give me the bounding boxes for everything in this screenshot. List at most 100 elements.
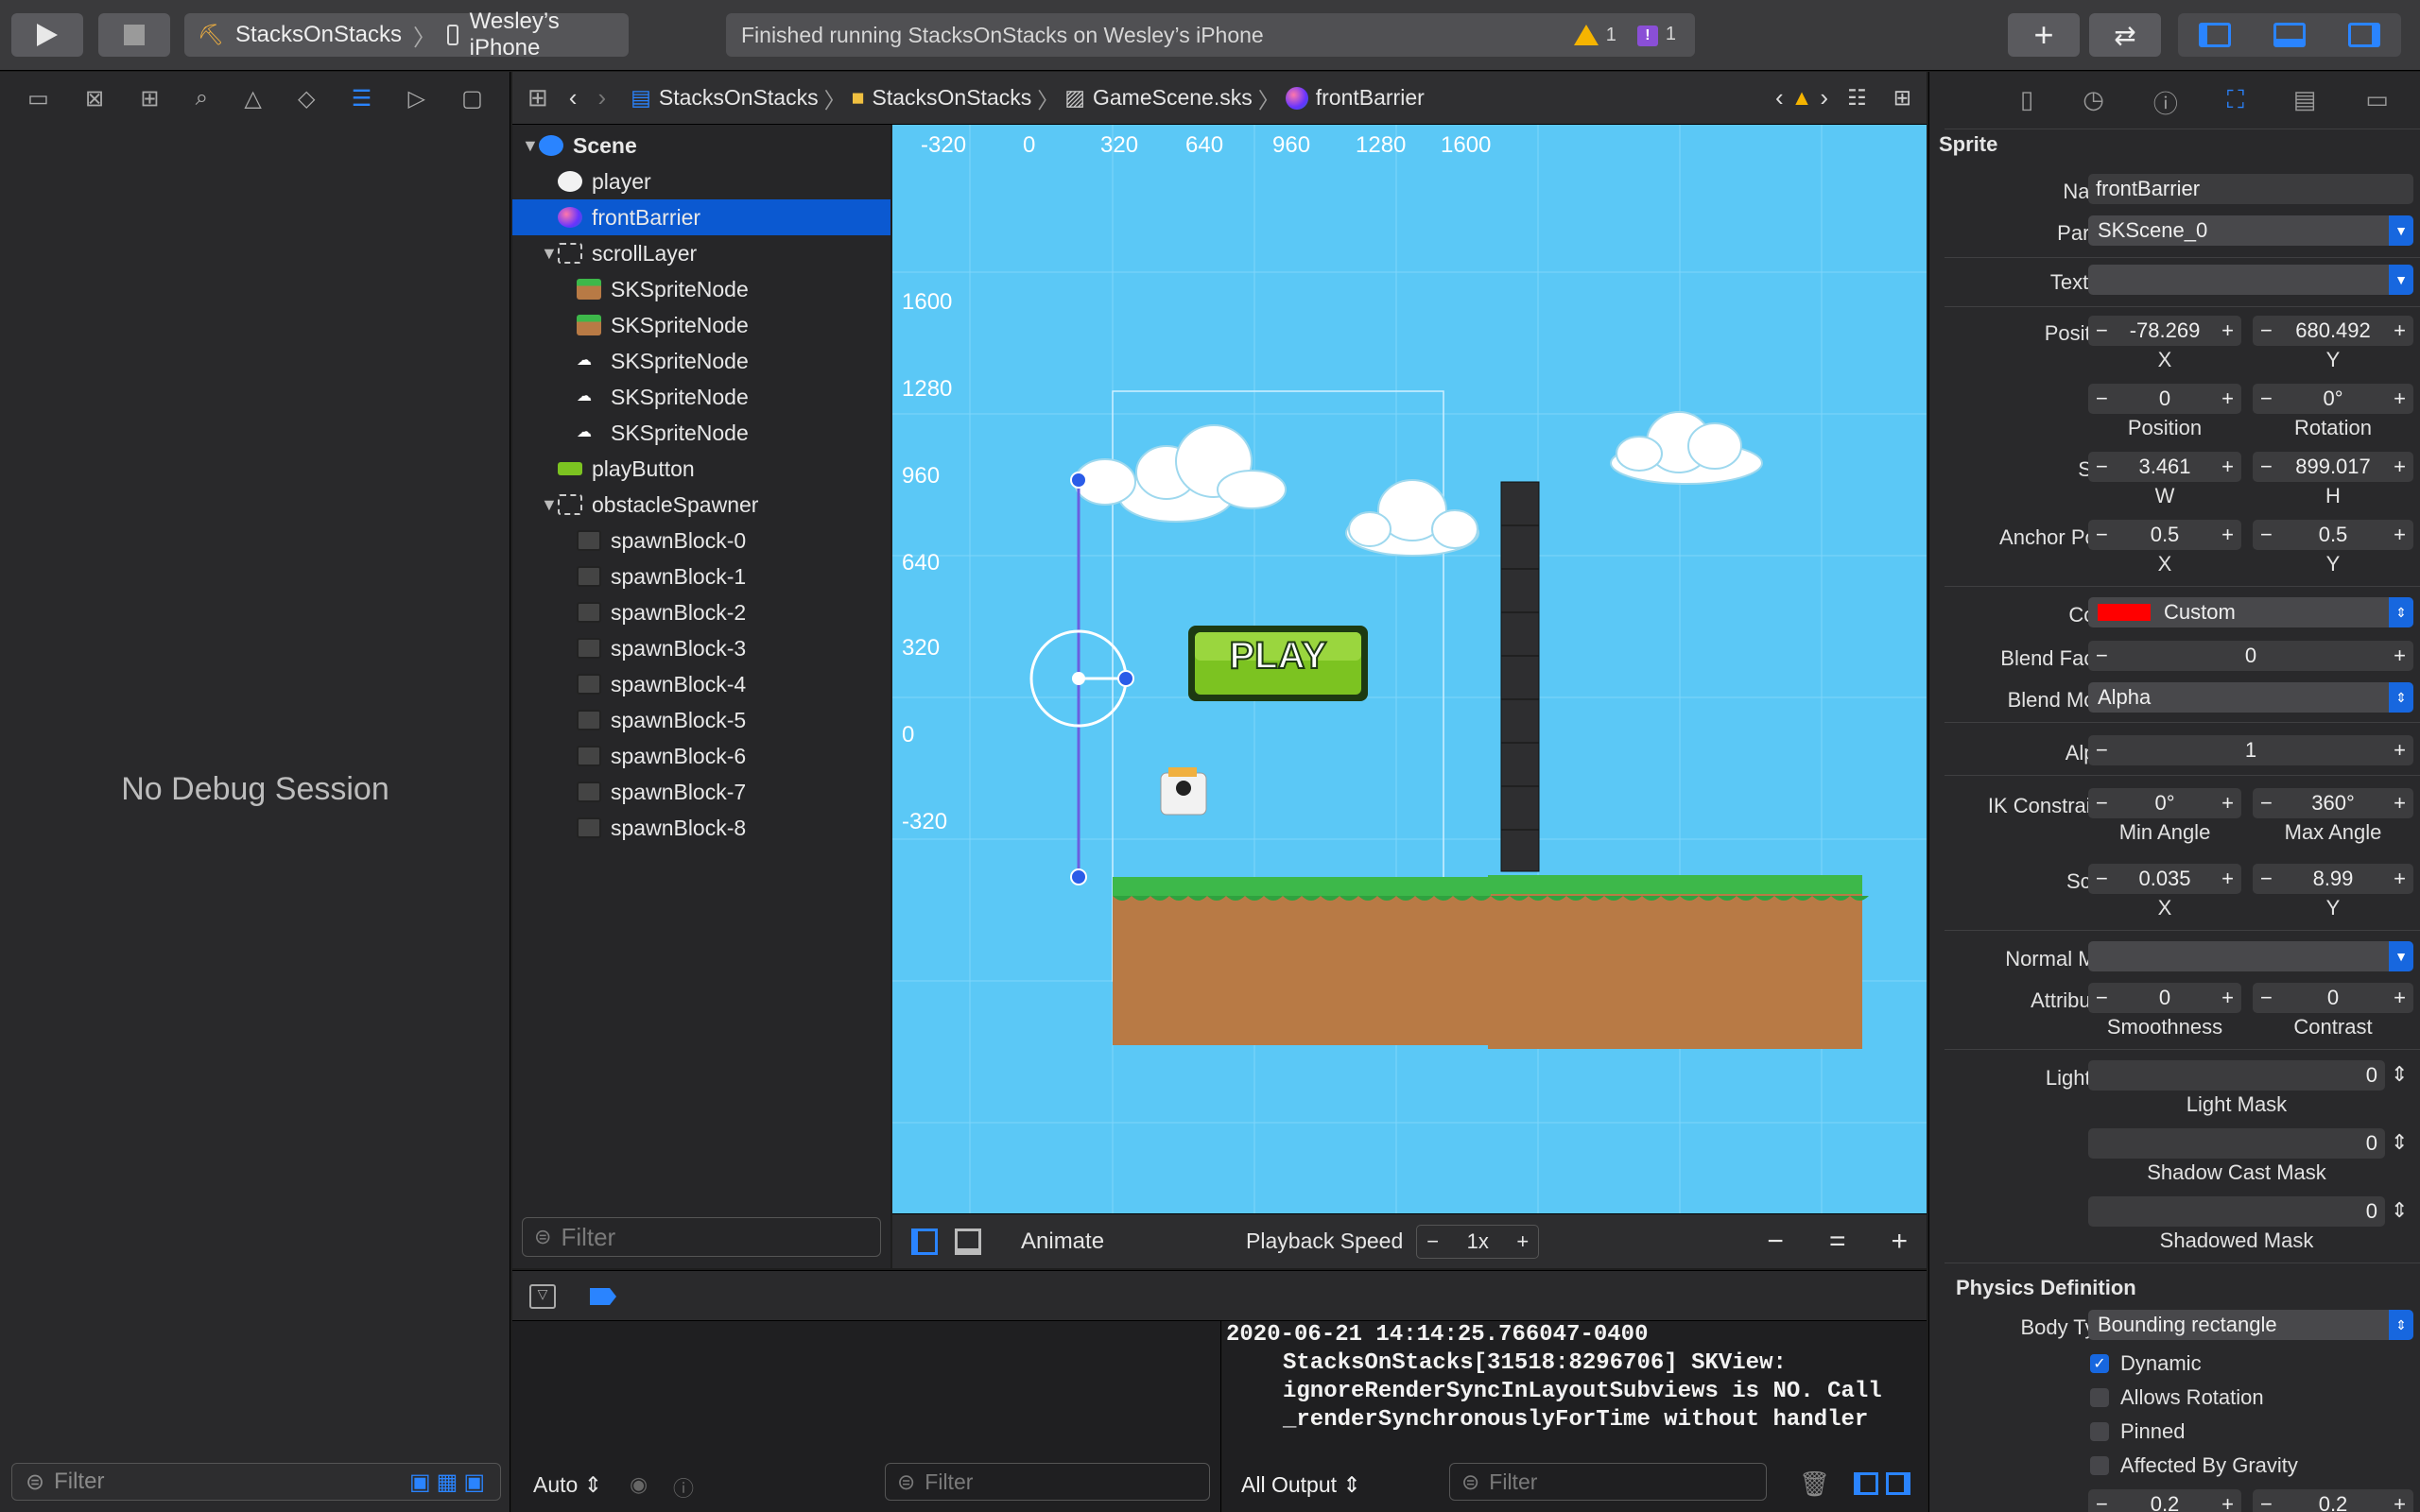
outline-item[interactable]: ☁ SKSpriteNode <box>512 379 890 415</box>
outline-item[interactable]: ▼ Scene <box>512 128 890 163</box>
ik-max-stepper[interactable]: −360° + <box>2253 788 2413 818</box>
stepper-arrows-icon[interactable]: ⇕ <box>2391 1062 2408 1087</box>
scale-x-stepper[interactable]: −0.035 + <box>2088 864 2241 894</box>
obstacle-stack[interactable] <box>1500 481 1540 872</box>
name-field[interactable]: frontBarrier <box>2088 174 2413 204</box>
add-editor-icon[interactable]: ⊞ <box>1893 85 1911 111</box>
color-popup[interactable]: Custom ⇕ <box>2088 597 2413 627</box>
attributes-icon[interactable]: ⛶ <box>2227 85 2244 120</box>
related-items-icon[interactable]: ⊞ <box>527 83 548 112</box>
debug-area-toggle-icon[interactable] <box>2273 23 2306 47</box>
outline-item[interactable]: player <box>512 163 890 199</box>
warning-icon[interactable]: ▲ <box>1791 85 1813 111</box>
physics-b-stepper[interactable]: −0.2 + <box>2253 1489 2413 1512</box>
outline-item[interactable]: spawnBlock-0 <box>512 523 890 558</box>
source-control-icon[interactable]: ⊠ <box>85 85 104 112</box>
breakpoints-toggle-icon[interactable] <box>590 1288 616 1305</box>
selection-gizmo[interactable] <box>1029 472 1134 885</box>
test-diamond-icon[interactable]: ◇ <box>298 85 315 112</box>
scene-canvas[interactable]: PLAY -320 0 320 640 960 1280 1600 1600 1280 960 6… <box>892 125 1927 1213</box>
editor-options-icon[interactable]: ☷ <box>1847 85 1867 111</box>
physics-a-stepper[interactable]: −0.2 + <box>2088 1489 2241 1512</box>
zoom-in-icon[interactable]: + <box>1891 1226 1908 1258</box>
output-scope-popup[interactable]: All Output ⇕ <box>1241 1472 1361 1498</box>
breadcrumb-project[interactable]: StacksOnStacks <box>659 85 819 111</box>
code-review-button[interactable]: ⇄ <box>2089 13 2161 57</box>
scale-y-stepper[interactable]: −8.99 + <box>2253 864 2413 894</box>
normal-map-popup[interactable]: ▼ <box>2088 941 2413 971</box>
stepper-arrows-icon[interactable]: ⇕ <box>2391 1130 2408 1155</box>
info-icon[interactable]: ⓘ <box>673 1472 694 1503</box>
scheme-selector[interactable]: ⛏ StacksOnStacks 〉 Wesley’s iPhone <box>184 9 629 60</box>
animate-button[interactable]: Animate <box>1021 1228 1104 1255</box>
outline-item[interactable]: frontBarrier <box>512 199 890 235</box>
breadcrumb-folder[interactable]: StacksOnStacks <box>873 85 1032 111</box>
dynamic-checkbox[interactable]: ✓ Dynamic <box>2090 1351 2202 1376</box>
back-arrow-icon[interactable]: ‹ <box>569 83 578 112</box>
outline-item[interactable]: spawnBlock-2 <box>512 594 890 630</box>
outline-toggle-icon[interactable] <box>911 1228 938 1255</box>
pinned-checkbox[interactable]: Pinned <box>2090 1419 2186 1444</box>
texture-popup[interactable]: ▼ <box>2088 265 2413 295</box>
folder-icon[interactable]: ▭ <box>27 85 49 112</box>
report-icon[interactable]: ▢ <box>461 85 483 112</box>
blend-factor-stepper[interactable]: −0 + <box>2088 641 2413 671</box>
ik-min-stepper[interactable]: −0° + <box>2088 788 2241 818</box>
forward-arrow-icon[interactable]: › <box>597 83 606 112</box>
shadowed-field[interactable]: 0 <box>2088 1196 2385 1227</box>
outline-item[interactable]: ☁ SKSpriteNode <box>512 343 890 379</box>
outline-item[interactable]: spawnBlock-3 <box>512 630 890 666</box>
smoothness-stepper[interactable]: −0 + <box>2088 983 2241 1013</box>
action-editor-toggle-icon[interactable] <box>955 1228 981 1255</box>
shadow-cast-field[interactable]: 0 <box>2088 1128 2385 1159</box>
breadcrumb-file[interactable]: GameScene.sks <box>1093 85 1253 111</box>
zoom-fit-icon[interactable]: = <box>1829 1226 1846 1258</box>
cloud-sprite-2[interactable] <box>1345 479 1479 557</box>
breadcrumb-node[interactable]: frontBarrier <box>1316 85 1425 111</box>
gravity-checkbox[interactable]: Affected By Gravity <box>2090 1453 2298 1478</box>
stepper-arrows-icon[interactable]: ⇕ <box>2391 1198 2408 1223</box>
symbol-icon[interactable]: ⊞ <box>140 85 159 112</box>
disclosure-triangle-icon[interactable]: ▼ <box>522 136 539 156</box>
warnings-badge[interactable]: 1 <box>1573 25 1616 46</box>
split-left-icon[interactable] <box>1854 1472 1878 1495</box>
player-sprite[interactable] <box>1160 767 1207 816</box>
outline-item[interactable]: spawnBlock-1 <box>512 558 890 594</box>
debug-filter-field[interactable]: ⊜ Filter ▣▦▣ <box>11 1463 501 1501</box>
size-h-stepper[interactable]: −899.017 + <box>2253 452 2413 482</box>
allows-rotation-checkbox[interactable]: Allows Rotation <box>2090 1385 2264 1410</box>
run-button[interactable] <box>11 13 83 57</box>
outline-item[interactable]: spawnBlock-6 <box>512 738 890 774</box>
outline-item[interactable]: ▼ obstacleSpawner <box>512 487 890 523</box>
z-rotation-stepper[interactable]: −0° + <box>2253 384 2413 414</box>
parent-popup[interactable]: SKScene_0 ▼ <box>2088 215 2413 246</box>
disclosure-triangle-icon[interactable]: ▼ <box>541 244 558 264</box>
console-output[interactable]: 2020-06-21 14:14:25.766047-0400 StacksOn… <box>1222 1321 1927 1512</box>
next-issue-icon[interactable]: › <box>1820 83 1828 112</box>
console-filter-field[interactable]: ⊜ Filter <box>1449 1463 1767 1501</box>
split-right-icon[interactable] <box>1886 1472 1910 1495</box>
cloud-sprite-3[interactable] <box>1610 411 1763 485</box>
issue-triangle-icon[interactable]: △ <box>244 85 261 112</box>
outline-filter-field[interactable]: ⊜ Filter <box>522 1217 881 1257</box>
disclosure-triangle-icon[interactable]: ▼ <box>541 495 558 515</box>
body-type-popup[interactable]: Bounding rectangle ⇕ <box>2088 1310 2413 1340</box>
help-icon[interactable]: ⓘ <box>2153 85 2178 120</box>
zoom-out-icon[interactable]: − <box>1767 1226 1784 1258</box>
blend-mode-popup[interactable]: Alpha ⇕ <box>2088 682 2413 713</box>
hide-debug-area-icon[interactable]: ▽ <box>529 1284 556 1309</box>
stop-button[interactable] <box>98 13 170 57</box>
trash-icon[interactable]: 🗑 <box>1799 1470 1830 1500</box>
outline-item[interactable]: SKSpriteNode <box>512 307 890 343</box>
contrast-stepper[interactable]: −0 + <box>2253 983 2413 1013</box>
debug-icon[interactable]: ☰ <box>352 85 372 112</box>
alpha-stepper[interactable]: −1 + <box>2088 735 2413 765</box>
history-icon[interactable]: ◷ <box>2083 85 2104 120</box>
outline-item[interactable]: ▼ scrollLayer <box>512 235 890 271</box>
filter-options-icon[interactable]: ▣▦▣ <box>409 1469 491 1496</box>
outline-item[interactable]: spawnBlock-8 <box>512 810 890 846</box>
light-mask-field[interactable]: 0 <box>2088 1060 2385 1091</box>
outline-item[interactable]: ☁ SKSpriteNode <box>512 415 890 451</box>
z-position-stepper[interactable]: −0 + <box>2088 384 2241 414</box>
size-w-stepper[interactable]: −3.461 + <box>2088 452 2241 482</box>
